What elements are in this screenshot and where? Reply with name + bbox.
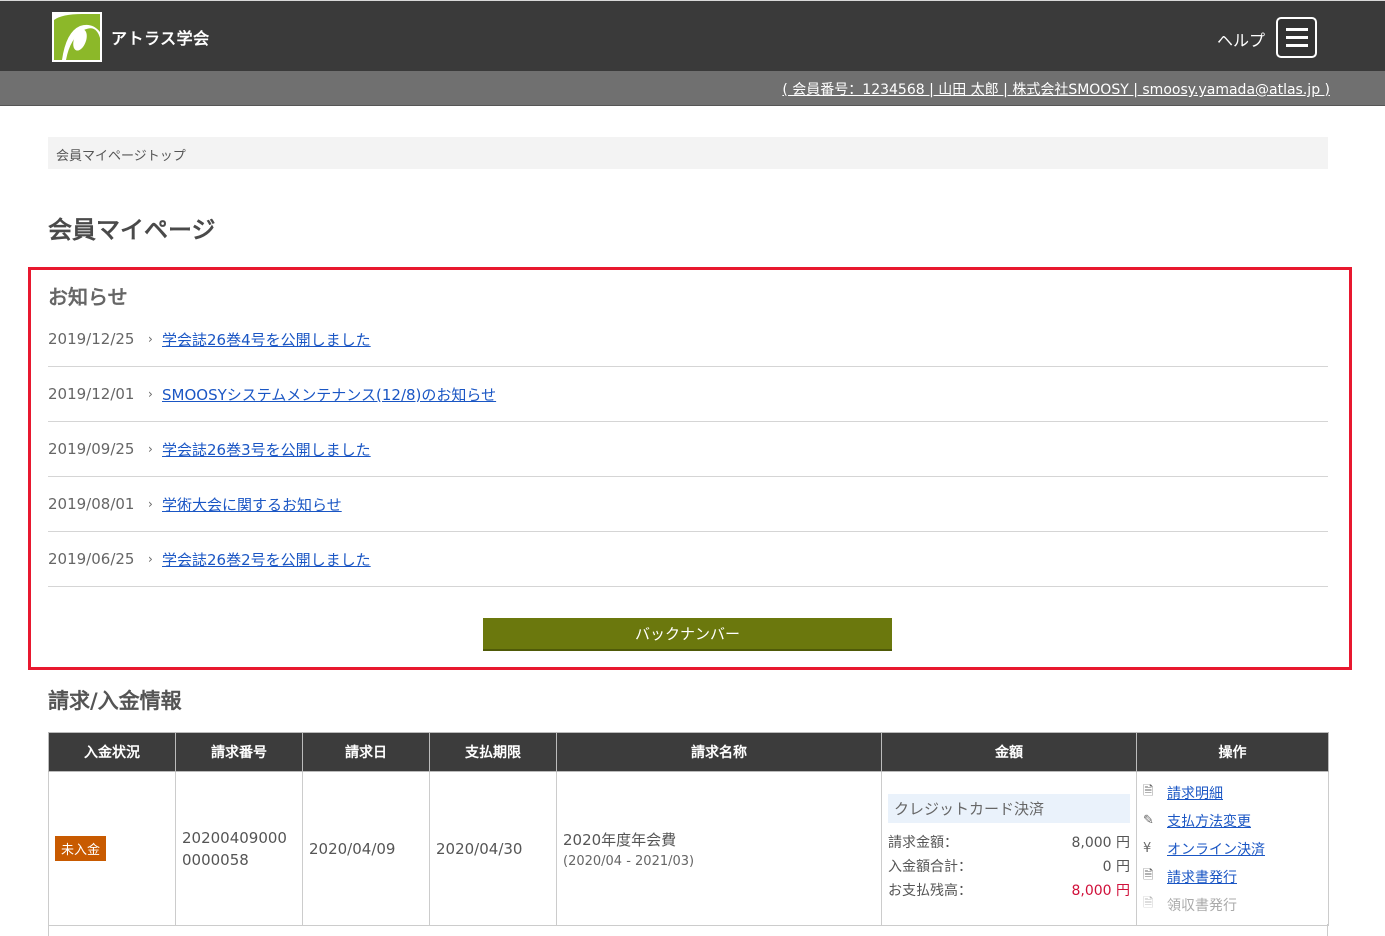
online-payment-link[interactable]: オンライン決済 xyxy=(1167,839,1265,859)
notice-link[interactable]: SMOOSYシステムメンテナンス(12/8)のお知らせ xyxy=(162,384,496,405)
user-info-bar: ( 会員番号：1234568 | 山田 太郎 | 株式会社SMOOSY | sm… xyxy=(0,71,1385,106)
invoice-name-cell: 2020年度年会費 (2020/04 - 2021/03) xyxy=(556,771,882,926)
invoice-detail-link[interactable]: 請求明細 xyxy=(1167,783,1223,803)
hamburger-menu-button[interactable] xyxy=(1276,17,1317,58)
chevron-right-icon: › xyxy=(148,497,153,511)
issue-receipt-disabled: 領収書発行 xyxy=(1167,897,1237,914)
chevron-right-icon: › xyxy=(148,552,153,566)
column-header: 請求番号 xyxy=(175,732,303,772)
column-header: 入金状況 xyxy=(48,732,176,772)
status-cell: 未入金 xyxy=(48,771,176,926)
menu-bar-icon xyxy=(1286,44,1308,47)
notice-link[interactable]: 学術大会に関するお知らせ xyxy=(162,494,342,515)
invoice-period: (2020/04 - 2021/03) xyxy=(563,853,695,869)
notice-item: 2019/12/25 › 学会誌26巻4号を公開しました xyxy=(48,312,1328,367)
op-item: 🗎 請求書発行 xyxy=(1143,863,1322,891)
paid-value: 0 円 xyxy=(1102,859,1130,875)
document-icon: 🗎 xyxy=(1143,783,1154,799)
notice-item: 2019/09/25 › 学会誌26巻3号を公開しました xyxy=(48,422,1328,477)
invoice-number: 202004090000000058 xyxy=(182,828,287,869)
change-payment-method-link[interactable]: 支払方法変更 xyxy=(1167,811,1251,831)
help-link[interactable]: ヘルプ xyxy=(1217,27,1265,51)
invoice-name: 2020年度年会費 xyxy=(563,830,677,849)
next-row-edge xyxy=(48,924,1328,936)
payment-method-label: クレジットカード決済 xyxy=(888,794,1130,823)
amount-cell: クレジットカード決済 請求金額： 8,000 円 入金額合計： 0 円 お支払残… xyxy=(881,771,1137,926)
invoice-number-cell: 202004090000000058 xyxy=(175,771,303,926)
due-date-cell: 2020/04/30 xyxy=(429,771,557,926)
op-item: ¥ オンライン決済 xyxy=(1143,835,1322,863)
amount-row: 請求金額： 8,000 円 xyxy=(888,831,1130,855)
notice-link[interactable]: 学会誌26巻4号を公開しました xyxy=(162,329,371,350)
menu-bar-icon xyxy=(1286,36,1308,39)
notice-date: 2019/12/25 xyxy=(48,330,135,348)
table-header-row: 入金状況 請求番号 請求日 支払期限 請求名称 金額 操作 xyxy=(48,732,1329,772)
pencil-icon: ✎ xyxy=(1143,813,1154,828)
yen-icon: ¥ xyxy=(1143,841,1152,856)
balance-value: 8,000 円 xyxy=(1071,883,1130,899)
op-item: ✎ 支払方法変更 xyxy=(1143,807,1322,835)
notice-date: 2019/06/25 xyxy=(48,550,135,568)
chevron-right-icon: › xyxy=(148,332,153,346)
top-header: アトラス学会 ヘルプ xyxy=(0,0,1385,71)
page-title: 会員マイページ xyxy=(48,216,216,244)
status-badge: 未入金 xyxy=(55,836,107,861)
document-icon: 🗎 xyxy=(1143,895,1154,911)
notice-link[interactable]: 学会誌26巻3号を公開しました xyxy=(162,439,371,460)
billing-heading: 請求/入金情報 xyxy=(48,689,182,713)
notice-list: 2019/12/25 › 学会誌26巻4号を公開しました 2019/12/01 … xyxy=(48,312,1328,587)
billing-table: 入金状況 請求番号 請求日 支払期限 請求名称 金額 操作 未入金 202004… xyxy=(48,732,1329,926)
paid-row: 入金額合計： 0 円 xyxy=(888,855,1130,879)
amount-value: 8,000 円 xyxy=(1071,835,1130,851)
op-item: 🗎 請求明細 xyxy=(1143,779,1322,807)
notice-item: 2019/06/25 › 学会誌26巻2号を公開しました xyxy=(48,532,1328,587)
backnumber-button[interactable]: バックナンバー xyxy=(483,618,892,651)
user-info-link[interactable]: ( 会員番号：1234568 | 山田 太郎 | 株式会社SMOOSY | sm… xyxy=(782,79,1330,99)
balance-row: お支払残高： 8,000 円 xyxy=(888,879,1130,903)
notice-date: 2019/08/01 xyxy=(48,495,135,513)
amount-label: 請求金額： xyxy=(888,835,958,851)
notice-item: 2019/08/01 › 学術大会に関するお知らせ xyxy=(48,477,1328,532)
document-icon: 🗎 xyxy=(1143,867,1154,883)
invoice-date-cell: 2020/04/09 xyxy=(302,771,430,926)
paid-label: 入金額合計： xyxy=(888,859,972,875)
breadcrumb: 会員マイページトップ xyxy=(48,137,1328,169)
table-row: 未入金 202004090000000058 2020/04/09 2020/0… xyxy=(48,771,1329,926)
breadcrumb-current: 会員マイページトップ xyxy=(56,149,186,164)
notice-item: 2019/12/01 › SMOOSYシステムメンテナンス(12/8)のお知らせ xyxy=(48,367,1328,422)
column-header: 支払期限 xyxy=(429,732,557,772)
org-name[interactable]: アトラス学会 xyxy=(111,25,210,49)
notice-heading: お知らせ xyxy=(48,285,128,309)
ops-cell: 🗎 請求明細 ✎ 支払方法変更 ¥ オンライン決済 🗎 請求書発行 🗎 領収書発… xyxy=(1136,771,1329,926)
org-logo-icon[interactable] xyxy=(52,12,102,62)
chevron-right-icon: › xyxy=(148,442,153,456)
notice-link[interactable]: 学会誌26巻2号を公開しました xyxy=(162,549,371,570)
ops-list: 🗎 請求明細 ✎ 支払方法変更 ¥ オンライン決済 🗎 請求書発行 🗎 領収書発… xyxy=(1143,779,1322,919)
column-header: 請求日 xyxy=(302,732,430,772)
column-header: 金額 xyxy=(881,732,1137,772)
notice-date: 2019/12/01 xyxy=(48,385,135,403)
notice-date: 2019/09/25 xyxy=(48,440,135,458)
issue-invoice-link[interactable]: 請求書発行 xyxy=(1167,867,1237,887)
chevron-right-icon: › xyxy=(148,387,153,401)
column-header: 請求名称 xyxy=(556,732,882,772)
op-item: 🗎 領収書発行 xyxy=(1143,891,1322,919)
menu-bar-icon xyxy=(1286,28,1308,31)
column-header: 操作 xyxy=(1136,732,1329,772)
balance-label: お支払残高： xyxy=(888,883,972,899)
